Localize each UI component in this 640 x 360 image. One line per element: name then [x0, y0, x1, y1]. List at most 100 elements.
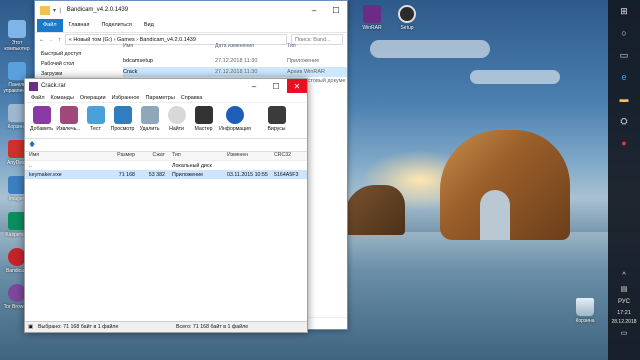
- row-name: ..: [29, 162, 32, 169]
- find-icon: [167, 106, 186, 124]
- menu-options[interactable]: Параметры: [142, 95, 177, 101]
- col-type[interactable]: Тип: [169, 152, 225, 160]
- back-arrow-icon[interactable]: ←: [39, 37, 45, 43]
- row-size: 71 168: [118, 171, 135, 178]
- winrar-title: Crack.rar: [41, 83, 66, 89]
- file-name: bdcamsetup: [123, 58, 153, 64]
- info-icon: [226, 106, 244, 124]
- desktop-icon-computer[interactable]: Этот компьютер: [0, 20, 34, 52]
- maximize-button[interactable]: ☐: [325, 1, 347, 19]
- network-icon[interactable]: ▤: [608, 282, 640, 296]
- col-size[interactable]: Размер: [97, 152, 139, 160]
- toolbar: Добавить Извлечь... Тест Просмотр Удалит…: [25, 103, 307, 139]
- lang-indicator[interactable]: РУС: [608, 296, 640, 308]
- file-date: 27.12.2018 11:30: [215, 58, 258, 64]
- delete-button[interactable]: Удалить: [137, 105, 162, 132]
- menu-file[interactable]: Файл: [28, 95, 48, 101]
- setup-icon: [398, 5, 416, 23]
- file-row-bdcamsetup[interactable]: bdcamsetup 27.12.2018 11:30 Приложение: [123, 56, 347, 66]
- file-list-header: Имя Дата изменения Тип: [123, 43, 347, 53]
- folder-icon: [40, 5, 50, 15]
- status-icon: ▣: [28, 324, 34, 330]
- windows-start-icon[interactable]: ⊞: [608, 0, 640, 22]
- row-name: keymaker.exe: [29, 171, 62, 178]
- taskbar: ⊞ ○ ▭ e ▬ ⛭ ● ^ ▤ РУС 17:21 28.12.2018 ▭: [608, 0, 640, 360]
- virus-scan-button[interactable]: Вирусы: [264, 105, 289, 132]
- menu-help[interactable]: Справка: [178, 95, 206, 101]
- clock-time[interactable]: 17:21: [608, 308, 640, 317]
- up-arrow-icon[interactable]: ↑: [58, 37, 61, 43]
- clock-date[interactable]: 28.12.2018: [608, 317, 640, 326]
- forward-arrow-icon[interactable]: →: [49, 37, 55, 43]
- computer-icon: [8, 20, 26, 38]
- menu-operations[interactable]: Операции: [77, 95, 109, 101]
- maximize-button[interactable]: ☐: [265, 79, 287, 93]
- col-type[interactable]: Тип: [287, 43, 347, 53]
- add-icon: [32, 106, 51, 124]
- row-crc: 5164A5F3: [274, 171, 299, 178]
- col-packed[interactable]: Сжат: [139, 152, 169, 160]
- extract-button[interactable]: Извлечь...: [56, 105, 81, 132]
- winrar-icon: [363, 5, 381, 23]
- minimize-button[interactable]: –: [243, 79, 265, 93]
- menu-favorites[interactable]: Избранное: [109, 95, 143, 101]
- view-button[interactable]: Просмотр: [110, 105, 135, 132]
- quick-access-toolbar-icon[interactable]: ▾ ❘: [53, 7, 63, 14]
- task-view-icon[interactable]: ▭: [608, 44, 640, 66]
- col-crc[interactable]: CRC32: [272, 152, 307, 160]
- col-modified[interactable]: Изменен: [225, 152, 272, 160]
- search-icon[interactable]: ○: [608, 22, 640, 44]
- col-date[interactable]: Дата изменения: [215, 43, 287, 53]
- file-name: Crack: [123, 69, 138, 75]
- archive-row-parent[interactable]: .. Локальный диск: [25, 161, 307, 170]
- tab-share[interactable]: Поделиться: [95, 19, 137, 32]
- col-name[interactable]: Имя: [123, 43, 215, 53]
- file-row-crack[interactable]: Crack 27.12.2018 11:30 Архив WinRAR: [123, 67, 347, 77]
- virus-scan-icon: [267, 106, 286, 124]
- tray-chevron-icon[interactable]: ^: [608, 268, 640, 282]
- wizard-icon: [194, 106, 213, 124]
- delete-icon: [140, 106, 159, 124]
- find-button[interactable]: Найти: [164, 105, 189, 132]
- tab-home[interactable]: Главная: [63, 19, 96, 32]
- tab-file[interactable]: Файл: [37, 19, 63, 32]
- desktop-icon-recycle[interactable]: Корзина: [568, 298, 602, 324]
- explorer-titlebar[interactable]: ▾ ❘ Bandicam_v4.2.0.1439 – ☐: [35, 1, 347, 19]
- explorer-title: Bandicam_v4.2.0.1439: [66, 7, 129, 13]
- add-button[interactable]: Добавить: [29, 105, 54, 132]
- path-bar[interactable]: 🡅: [25, 139, 307, 152]
- winrar-titlebar[interactable]: Crack.rar – ☐ ✕: [25, 79, 307, 93]
- minimize-button[interactable]: –: [303, 1, 325, 19]
- cloud: [470, 70, 560, 84]
- nav-quick-access[interactable]: Быстрый доступ: [35, 49, 95, 59]
- test-icon: [86, 106, 105, 124]
- nav-desktop[interactable]: Рабочий стол: [35, 59, 95, 69]
- edge-icon[interactable]: e: [608, 66, 640, 88]
- arch-opening: [480, 190, 510, 240]
- recycle-bin-icon: [576, 298, 594, 316]
- view-icon: [113, 106, 132, 124]
- tab-view[interactable]: Вид: [138, 19, 160, 32]
- winrar-window[interactable]: Crack.rar – ☐ ✕ Файл Команды Операции Из…: [24, 78, 308, 333]
- wizard-button[interactable]: Мастер: [191, 105, 216, 132]
- desktop-icon-setup[interactable]: Setup: [390, 5, 424, 31]
- ribbon-tabs: Файл Главная Поделиться Вид: [35, 19, 347, 32]
- row-type: Локальный диск: [172, 162, 212, 169]
- info-button[interactable]: Информация: [218, 105, 252, 132]
- winrar-icon: [29, 81, 38, 91]
- store-icon[interactable]: ⛭: [608, 110, 640, 132]
- test-button[interactable]: Тест: [83, 105, 108, 132]
- file-explorer-taskbar-icon[interactable]: ▬: [608, 88, 640, 110]
- up-folder-icon[interactable]: 🡅: [29, 140, 35, 150]
- file-type: Приложение: [287, 58, 320, 64]
- archive-row-keymaker[interactable]: keymaker.exe 71 168 53 382 Приложение 03…: [25, 170, 307, 179]
- address-text: « Новый том (G:) › Games › Bandicam_v4.2…: [68, 36, 196, 43]
- menu-commands[interactable]: Команды: [48, 95, 77, 101]
- status-total: Всего: 71 168 байт в 1 файле: [176, 324, 249, 330]
- status-selected: Выбрано: 71 168 байт в 1 файле: [38, 324, 119, 330]
- col-name[interactable]: Имя: [25, 152, 97, 160]
- bandicam-taskbar-icon[interactable]: ●: [608, 132, 640, 154]
- desktop-icon-winrar[interactable]: WinRAR: [355, 5, 389, 31]
- close-button[interactable]: ✕: [287, 79, 307, 93]
- notifications-icon[interactable]: ▭: [608, 326, 640, 340]
